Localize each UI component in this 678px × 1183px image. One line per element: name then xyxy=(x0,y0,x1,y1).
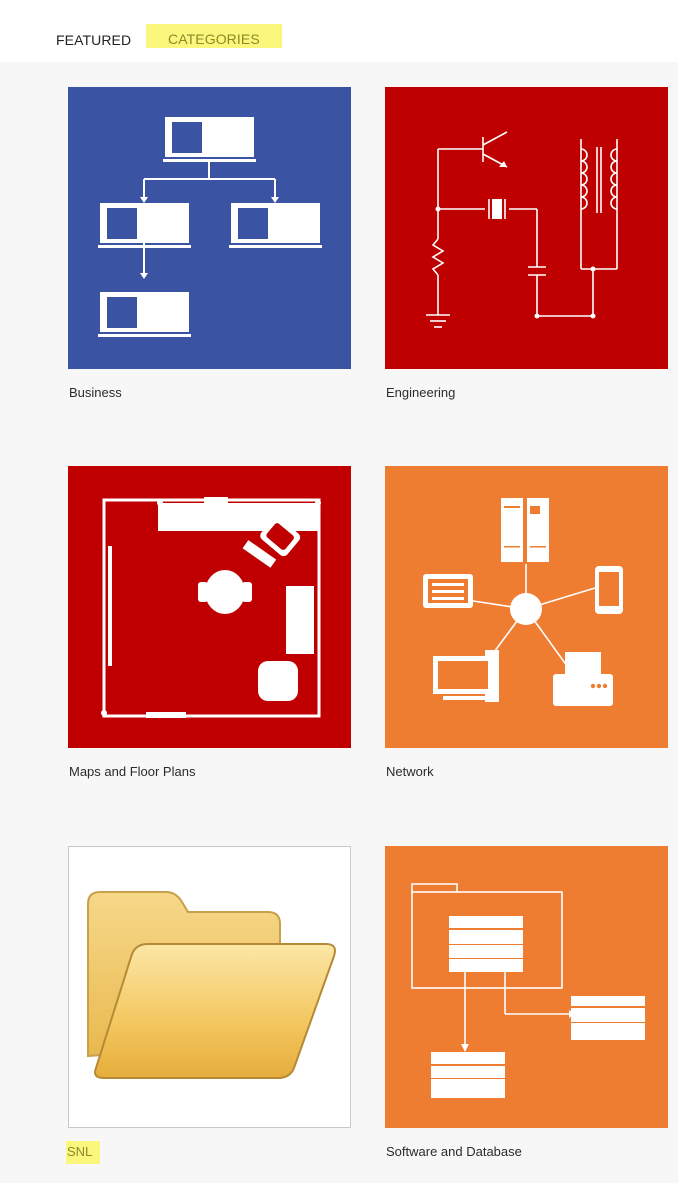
template-browser: FEATURED CATEGORIES Business Engineering… xyxy=(0,0,678,1183)
software-database-thumbnail xyxy=(385,846,668,1128)
tab-featured[interactable]: FEATURED xyxy=(56,29,131,51)
engineering-thumbnail xyxy=(385,87,668,369)
tab-categories[interactable]: CATEGORIES xyxy=(146,24,282,48)
network-thumbnail xyxy=(385,466,668,748)
category-label: SNL xyxy=(66,1141,101,1164)
business-thumbnail xyxy=(68,87,351,369)
category-label: Engineering xyxy=(386,385,456,400)
category-label: Business xyxy=(69,385,122,400)
category-label: Network xyxy=(386,764,434,779)
category-label: Maps and Floor Plans xyxy=(69,764,196,779)
category-label: Software and Database xyxy=(386,1144,522,1159)
org-box xyxy=(163,117,256,162)
category-grid: Business Engineering Maps and Floor Plan… xyxy=(0,62,678,1183)
tab-bar: FEATURED CATEGORIES xyxy=(0,0,678,62)
floor-plan-thumbnail xyxy=(68,466,351,748)
folder-thumbnail xyxy=(68,846,351,1128)
